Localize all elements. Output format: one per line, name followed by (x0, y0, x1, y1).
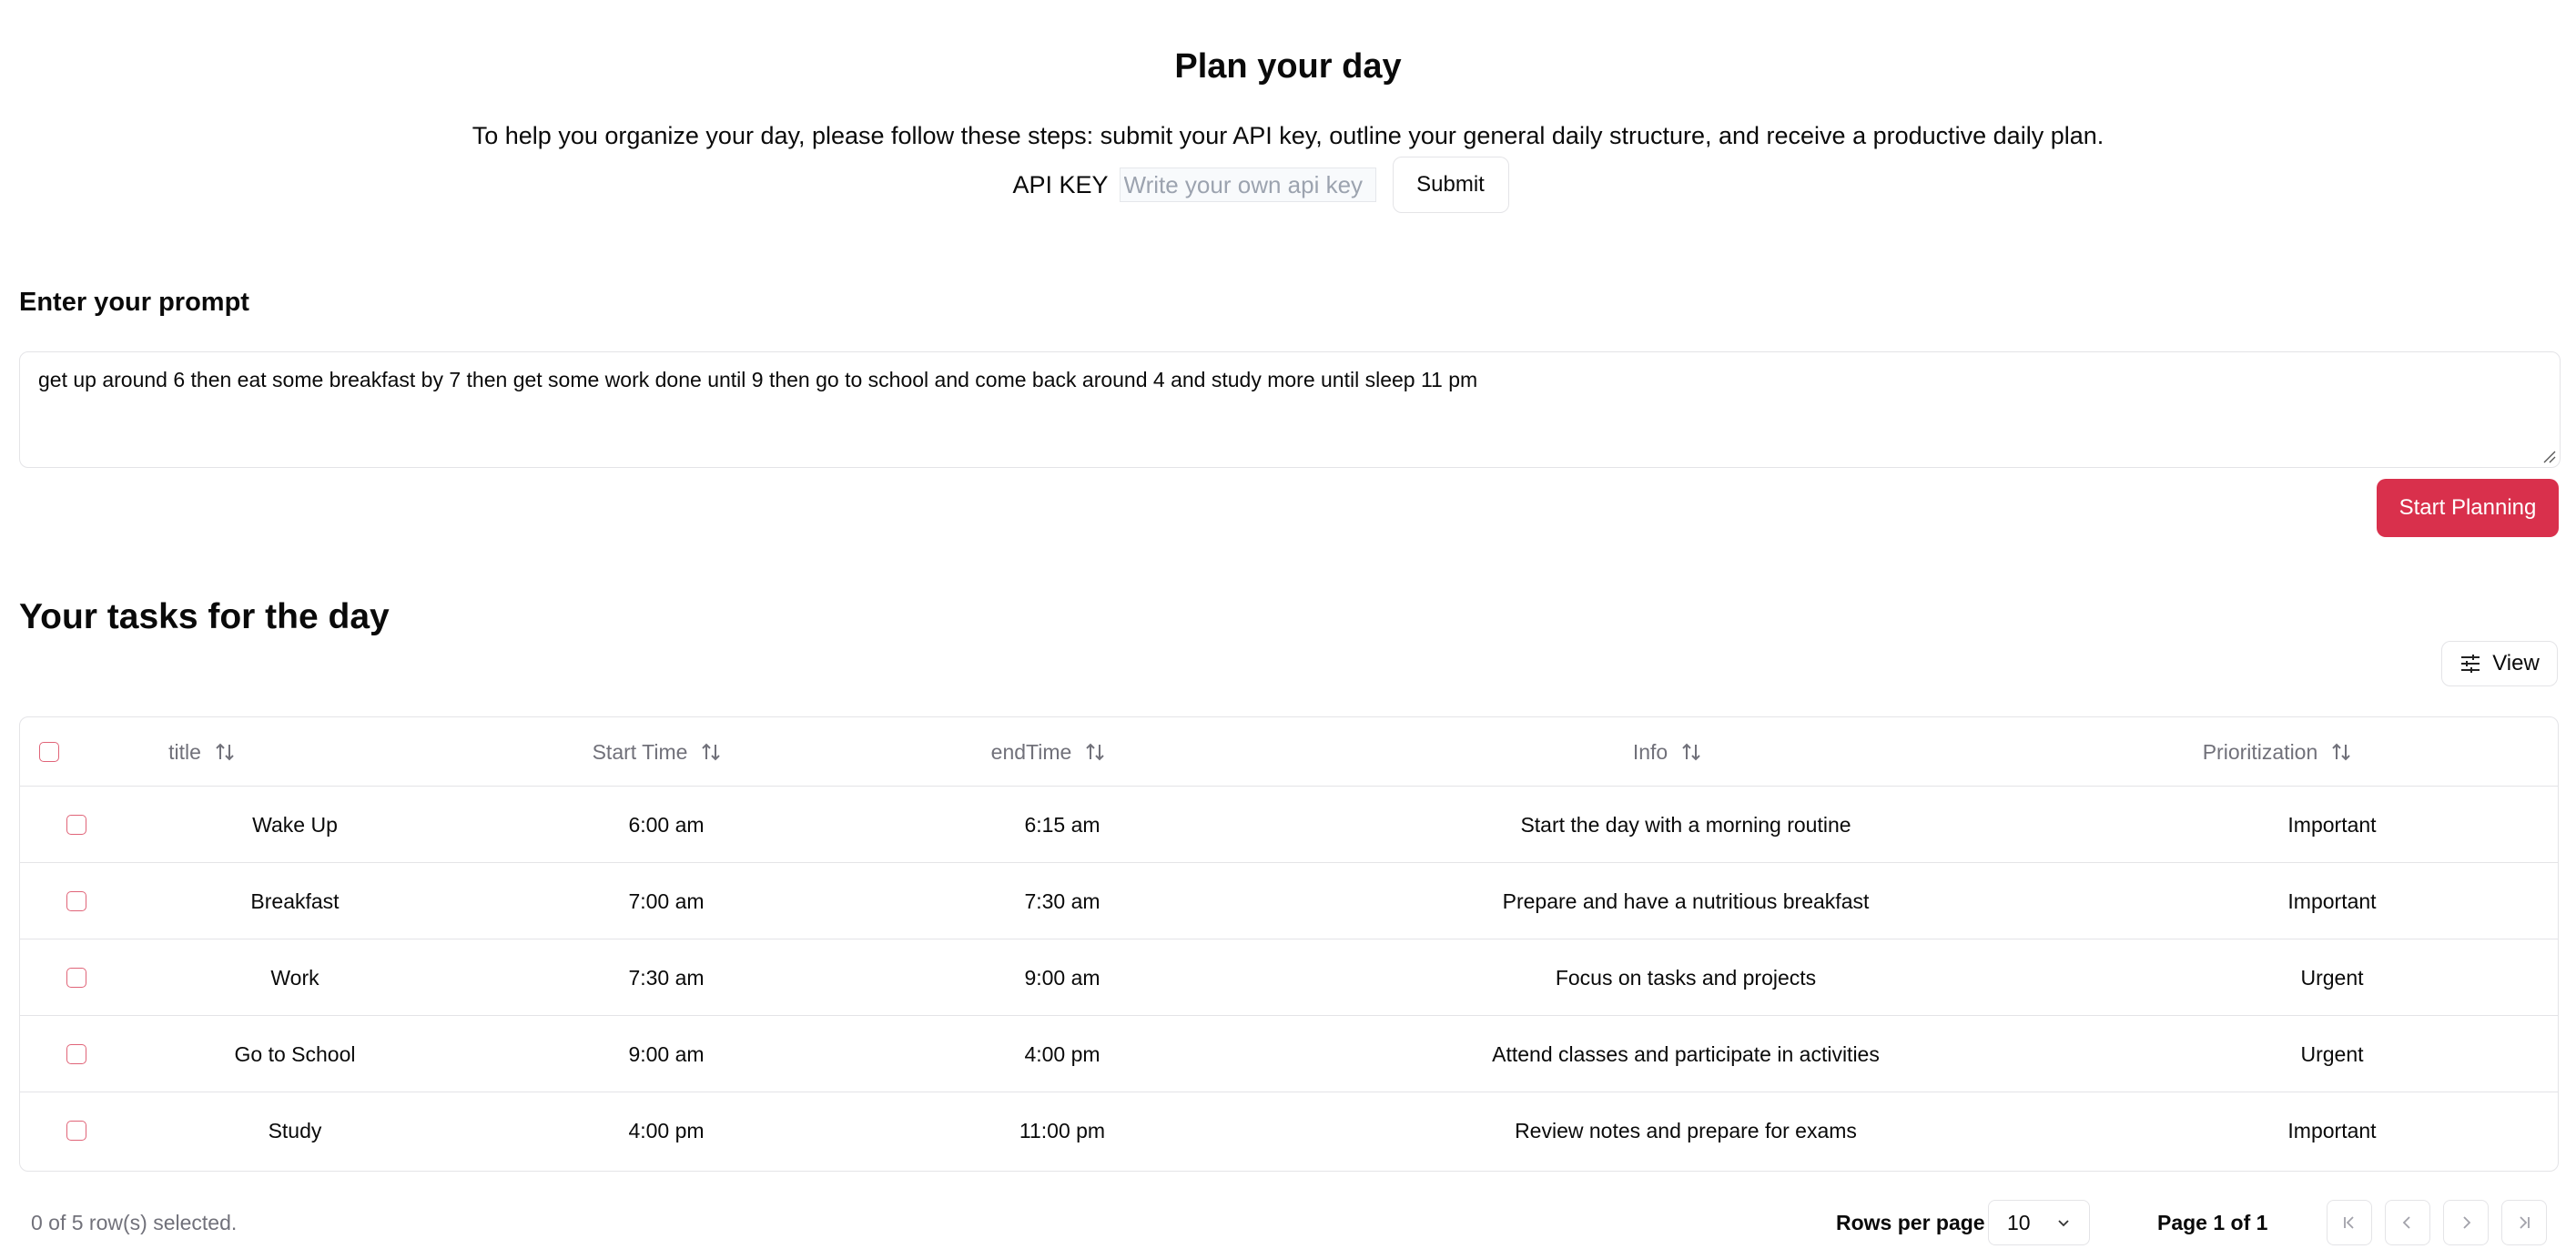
chevron-left-icon (2402, 1216, 2410, 1229)
col-title[interactable]: title (111, 717, 293, 787)
row-checkbox[interactable] (66, 968, 86, 988)
cell-info: Prepare and have a nutritious breakfast (1502, 889, 1870, 913)
row-checkbox-cell (66, 1092, 87, 1169)
cell-title: Study (268, 1118, 322, 1142)
next-page-button[interactable] (2443, 1200, 2489, 1245)
row-checkbox-cell (66, 787, 87, 863)
col-prioritization-label: Prioritization (2202, 739, 2318, 764)
row-checkbox[interactable] (66, 891, 86, 911)
col-prioritization[interactable]: Prioritization (2159, 717, 2396, 787)
cell-prioritization: Urgent (2300, 1041, 2364, 1066)
col-info[interactable]: Info (1567, 717, 1768, 787)
submit-button[interactable]: Submit (1392, 157, 1509, 213)
cell-info: Focus on tasks and projects (1555, 965, 1817, 990)
cell-start-time: 4:00 pm (628, 1118, 705, 1142)
cell-prioritization: Urgent (2300, 965, 2364, 990)
cell-title: Breakfast (250, 889, 340, 913)
page-info: Page 1 of 1 (2157, 1211, 2268, 1234)
cell-info: Review notes and prepare for exams (1515, 1118, 1857, 1142)
col-title-label: title (168, 739, 201, 764)
intro-text: To help you organize your day, please fo… (472, 122, 2104, 149)
selection-status: 0 of 5 row(s) selected. (31, 1211, 238, 1234)
cell-start-time: 7:00 am (628, 889, 705, 913)
cell-title: Wake Up (252, 812, 338, 837)
sort-icon (1682, 743, 1700, 761)
row-checkbox[interactable] (66, 1044, 86, 1064)
start-planning-button[interactable]: Start Planning (2377, 479, 2559, 537)
rows-per-page-value: 10 (2007, 1210, 2031, 1234)
cell-info: Start the day with a morning routine (1520, 812, 1851, 837)
col-info-label: Info (1632, 739, 1668, 764)
row-checkbox-cell (66, 939, 87, 1016)
rows-per-page-label: Rows per page (1836, 1211, 1985, 1234)
cell-title: Go to School (234, 1041, 356, 1066)
sort-icon (216, 743, 234, 761)
api-key-row: API KEY Submit (0, 157, 2576, 213)
cell-title: Work (270, 965, 319, 990)
cell-start-time: 7:30 am (628, 965, 705, 990)
col-start-time[interactable]: Start Time (548, 717, 766, 787)
chevron-down-icon (2058, 1220, 2069, 1227)
sort-icon (1086, 743, 1105, 761)
cell-end-time: 9:00 am (1024, 965, 1100, 990)
table-row: Go to School 9:00 am 4:00 pm Attend clas… (20, 1016, 2558, 1092)
cell-start-time: 9:00 am (628, 1041, 705, 1066)
row-checkbox-cell (66, 1016, 87, 1092)
cell-prioritization: Important (2287, 889, 2377, 913)
cell-end-time: 6:15 am (1024, 812, 1100, 837)
col-end-time[interactable]: endTime (948, 717, 1149, 787)
col-end-time-label: endTime (990, 739, 1072, 764)
row-checkbox-cell (66, 863, 87, 939)
first-page-button[interactable] (2327, 1200, 2372, 1245)
sliders-icon (2461, 655, 2480, 673)
cell-start-time: 6:00 am (628, 812, 705, 837)
previous-page-button[interactable] (2385, 1200, 2430, 1245)
prompt-label: Enter your prompt (19, 288, 249, 317)
page-title: Plan your day (1174, 47, 1402, 86)
sort-icon (702, 743, 721, 761)
prompt-textarea[interactable]: get up around 6 then eat some breakfast … (19, 351, 2561, 468)
cell-end-time: 11:00 pm (1019, 1118, 1106, 1142)
view-label: View (2492, 651, 2540, 675)
tasks-heading: Your tasks for the day (19, 597, 390, 636)
table-row: Breakfast 7:00 am 7:30 am Prepare and ha… (20, 863, 2558, 939)
tasks-table: title Start Time endTime Info Prioritiza… (19, 716, 2559, 1172)
rows-per-page-select[interactable]: 10 (1988, 1200, 2090, 1245)
select-all-checkbox[interactable] (39, 742, 59, 762)
table-row: Work 7:30 am 9:00 am Focus on tasks and … (20, 939, 2558, 1016)
prompt-text: get up around 6 then eat some breakfast … (38, 368, 1478, 391)
api-key-label: API KEY (1012, 170, 1109, 198)
cell-prioritization: Important (2287, 1118, 2377, 1142)
col-start-time-label: Start Time (592, 739, 688, 764)
cell-prioritization: Important (2287, 812, 2377, 837)
table-row: Study 4:00 pm 11:00 pm Review notes and … (20, 1092, 2558, 1169)
last-page-button[interactable] (2501, 1200, 2547, 1245)
chevrons-right-icon (2520, 1216, 2530, 1229)
view-options-button[interactable]: View (2441, 641, 2558, 686)
resize-handle-icon[interactable] (2541, 449, 2556, 463)
table-header-row: title Start Time endTime Info Prioritiza… (20, 717, 2558, 787)
sort-icon (2332, 743, 2350, 761)
chevrons-left-icon (2344, 1216, 2354, 1229)
table-row: Wake Up 6:00 am 6:15 am Start the day wi… (20, 787, 2558, 863)
cell-info: Attend classes and participate in activi… (1492, 1041, 1880, 1066)
row-checkbox[interactable] (66, 1121, 86, 1141)
cell-end-time: 7:30 am (1024, 889, 1100, 913)
cell-end-time: 4:00 pm (1024, 1041, 1100, 1066)
chevron-right-icon (2463, 1216, 2471, 1229)
api-key-input[interactable] (1119, 168, 1376, 202)
select-all-cell (20, 717, 77, 787)
row-checkbox[interactable] (66, 815, 86, 835)
